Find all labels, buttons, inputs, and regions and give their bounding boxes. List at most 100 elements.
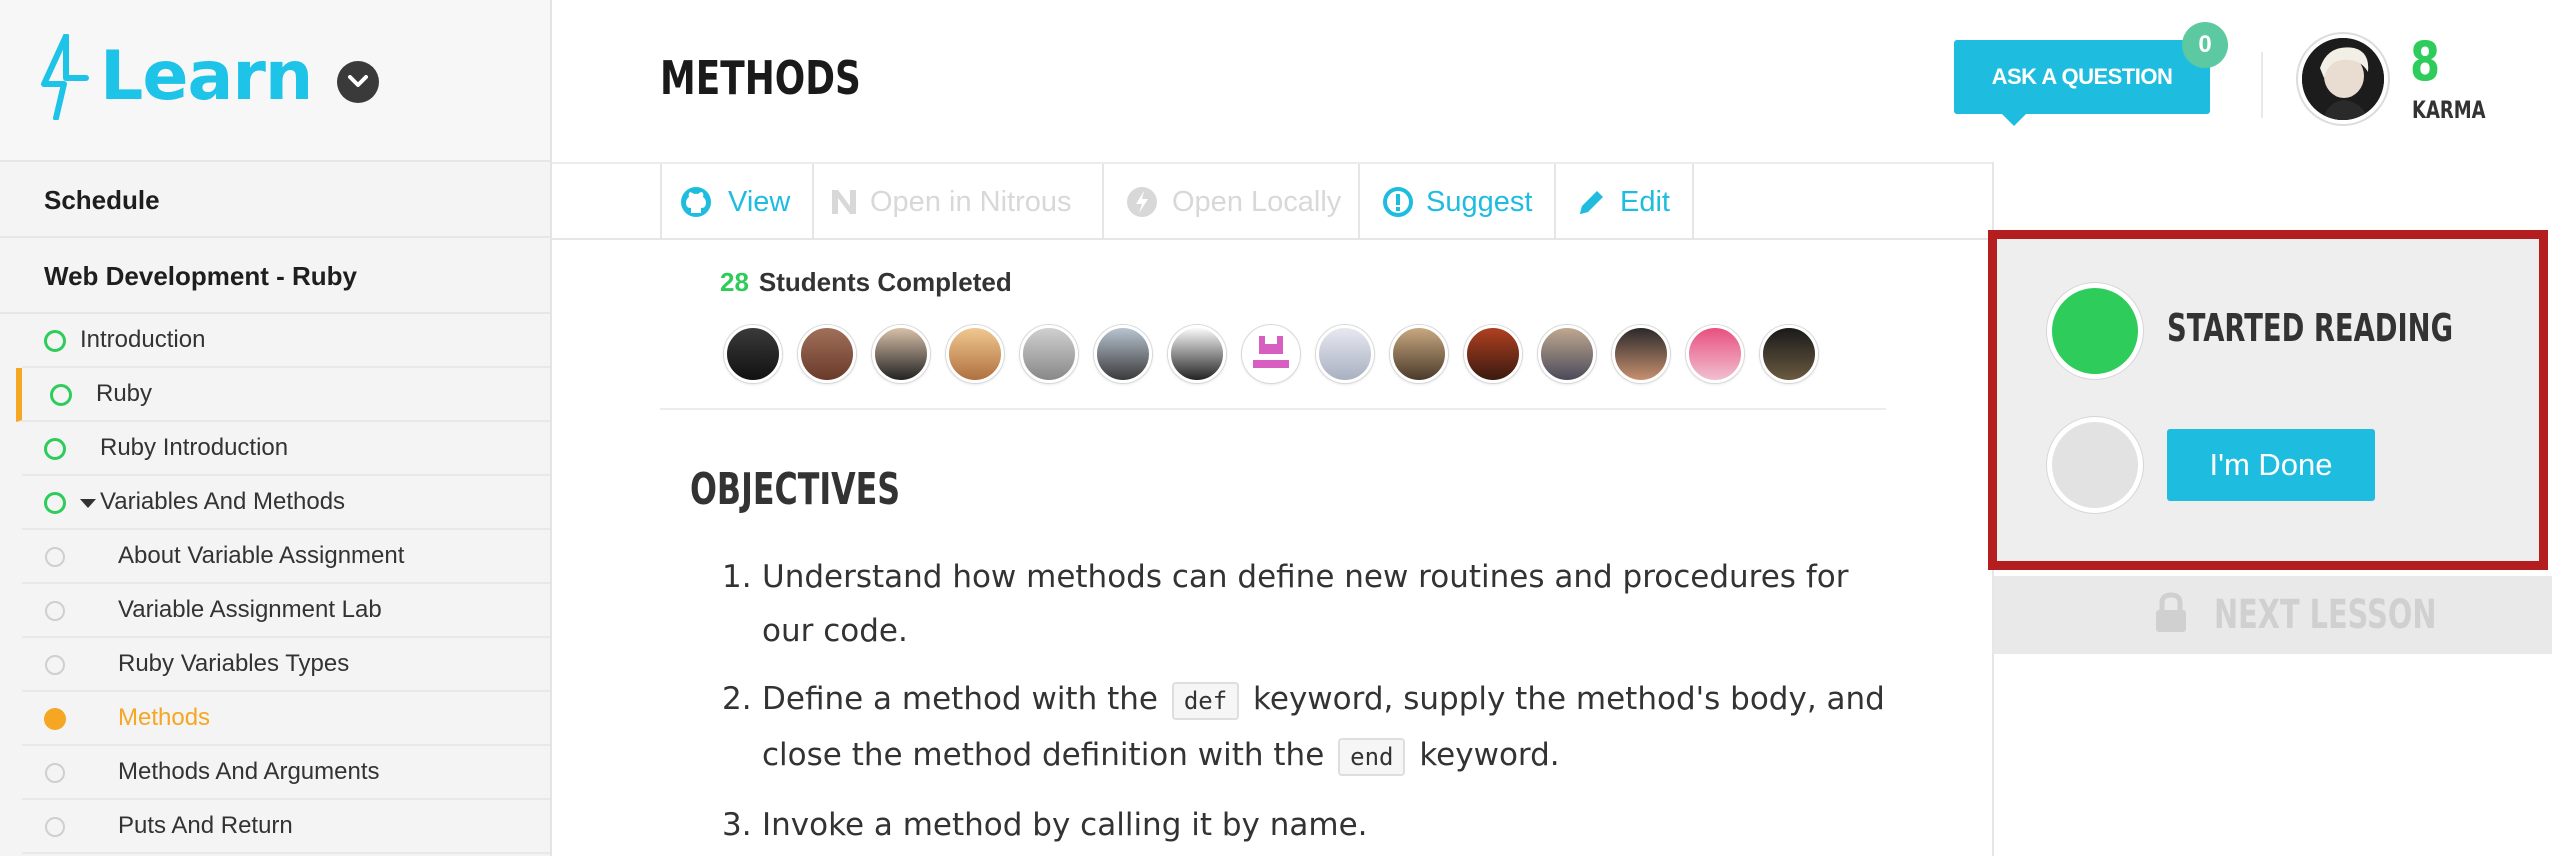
nav-item-label: Methods And Arguments [118,758,380,785]
status-ring-icon [45,547,65,567]
user-portrait-icon [2302,38,2384,120]
alert-icon [1383,187,1413,217]
header-divider [2261,52,2263,118]
ask-question-button[interactable]: ASK A QUESTION [1954,40,2210,126]
objective-text: Define a method with the [762,681,1168,717]
nav-item-label: Puts And Return [118,812,293,839]
objective-number: 2. [722,681,752,717]
status-ring-icon [45,763,65,783]
objective-number: 3. [722,807,752,843]
done-indicator [2047,417,2143,513]
open-in-nitrous-button[interactable]: Open in Nitrous [812,164,1102,240]
status-ring-icon [50,384,72,406]
student-avatar[interactable] [1686,325,1744,383]
bolt-logo-icon[interactable] [36,34,92,120]
nav-item-ruby[interactable]: Ruby [16,368,550,422]
student-avatar[interactable] [1390,325,1448,383]
student-avatar[interactable] [872,325,930,383]
action-label: Open Locally [1172,186,1342,218]
code-keyword-end: end [1338,738,1406,776]
nav-item-introduction[interactable]: Introduction [22,314,550,368]
objective-item: 1. Understand how methods can define new… [690,550,1890,658]
identicon-icon [1253,336,1289,368]
nav-item-about-variable-assignment[interactable]: About Variable Assignment [22,530,550,584]
github-icon [681,187,711,217]
student-avatar[interactable] [1316,325,1374,383]
nav-item-methods[interactable]: Methods [22,692,550,746]
progress-box: STARTED READING I'm Done [1988,230,2548,570]
student-avatar[interactable] [1168,325,1226,383]
objectives-heading: OBJECTIVES [690,464,901,515]
status-ring-icon [44,492,66,514]
nav-item-variables-and-methods[interactable]: Variables And Methods [22,476,550,530]
student-avatar[interactable] [1760,325,1818,383]
questions-count-badge[interactable]: 0 [2182,22,2228,68]
action-label: Edit [1620,186,1670,218]
student-avatar[interactable] [1612,325,1670,383]
nav-section-schedule[interactable]: Schedule [0,162,550,238]
objective-text: keyword. [1409,737,1560,773]
current-lesson-dot-icon [44,708,66,730]
nitrous-icon [832,190,856,214]
im-done-button[interactable]: I'm Done [2167,429,2375,501]
student-avatar[interactable] [1020,325,1078,383]
status-ring-icon [44,438,66,460]
page-title: METHODS [660,51,861,105]
objectives-list: 1. Understand how methods can define new… [690,550,1890,866]
nav-item-label: Ruby Variables Types [118,650,350,677]
student-avatar[interactable] [1538,325,1596,383]
student-avatar[interactable] [798,325,856,383]
next-lesson-label: NEXT LESSON [2214,592,2437,638]
edit-button[interactable]: Edit [1554,164,1694,240]
nav-item-label: Ruby [96,380,153,407]
objective-text: Understand how methods can define new ro… [762,559,1849,649]
student-avatars [724,325,1824,387]
nav-item-methods-and-arguments[interactable]: Methods And Arguments [22,746,550,800]
suggest-button[interactable]: Suggest [1358,164,1554,240]
student-avatar[interactable] [1094,325,1152,383]
lesson-action-bar: View Open in Nitrous Open Locally Sugges… [552,162,1992,240]
content-divider [660,408,1886,410]
code-keyword-def: def [1171,682,1240,720]
lock-icon [2156,592,2186,632]
logo-area: Learn [0,0,550,162]
view-on-github-button[interactable]: View [660,164,812,240]
karma-count: 8 [2410,30,2441,93]
started-reading-indicator [2047,283,2143,379]
open-locally-button[interactable]: Open Locally [1102,164,1358,240]
nav-item-ruby-variables-types[interactable]: Ruby Variables Types [22,638,550,692]
nav-section-track[interactable]: Web Development - Ruby [0,238,550,314]
bolt-icon [1127,187,1157,217]
student-avatar[interactable] [1242,325,1300,383]
objective-item: 3. Invoke a method by calling it by name… [690,798,1890,852]
student-avatar[interactable] [946,325,1004,383]
next-lesson-button[interactable]: NEXT LESSON [1994,576,2552,654]
action-label: View [728,186,791,218]
action-label: Suggest [1426,186,1533,218]
nav-item-puts-and-return[interactable]: Puts And Return [22,800,550,854]
user-avatar[interactable] [2298,34,2388,124]
nav-item-ruby-introduction[interactable]: Ruby Introduction [22,422,550,476]
action-label: Open in Nitrous [870,186,1072,218]
lesson-nav: Schedule Web Development - Ruby Introduc… [0,162,550,854]
objective-item: 2. Define a method with the def keyword,… [690,672,1890,784]
students-completed-count: 28 [720,267,749,297]
objective-text: Invoke a method by calling it by name. [762,807,1368,843]
students-completed-label: Students Completed [758,267,1012,297]
nav-item-label: About Variable Assignment [118,542,405,569]
nav-item-variable-assignment-lab[interactable]: Variable Assignment Lab [22,584,550,638]
logo-text[interactable]: Learn [100,34,313,120]
nav-item-label: Variables And Methods [100,488,346,515]
objective-number: 1. [722,559,752,595]
caret-down-icon[interactable] [80,499,96,508]
status-ring-icon [45,601,65,621]
student-avatar[interactable] [1464,325,1522,383]
nav-item-label: Ruby Introduction [100,434,289,461]
pencil-icon [1580,191,1603,214]
left-sidebar: Learn Schedule Web Development - Ruby In… [0,0,552,856]
student-avatar[interactable] [724,325,782,383]
status-ring-icon [45,655,65,675]
chevron-down-icon[interactable] [337,61,379,103]
nav-item-label: Variable Assignment Lab [118,596,382,623]
status-ring-icon [45,817,65,837]
